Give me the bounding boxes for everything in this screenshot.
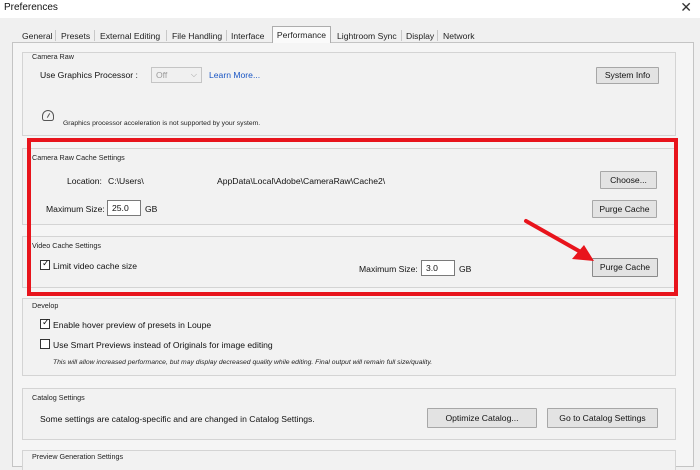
smart-previews-checkbox[interactable] <box>40 339 50 349</box>
tab-performance[interactable]: Performance <box>272 26 331 43</box>
tab-separator <box>94 30 95 41</box>
tab-separator <box>226 30 227 41</box>
hover-preview-checkbox[interactable]: ✓ <box>40 317 50 329</box>
smart-previews-label: Use Smart Previews instead of Originals … <box>53 340 273 350</box>
close-icon[interactable]: ✕ <box>680 0 692 14</box>
chevron-down-icon: ⌵ <box>190 70 197 79</box>
gpu-select[interactable]: Off ⌵ <box>151 67 202 83</box>
gpu-note: Graphics processor acceleration is not s… <box>63 120 261 127</box>
tab-separator <box>55 30 56 41</box>
develop-note: This will allow increased performance, b… <box>53 359 433 366</box>
camera-raw-title: Camera Raw <box>32 52 74 61</box>
tab-general[interactable]: General <box>20 28 55 42</box>
checkmark-icon: ✓ <box>42 317 50 327</box>
tab-external-editing[interactable]: External Editing <box>98 28 162 42</box>
tab-separator <box>401 30 402 41</box>
optimize-catalog-button[interactable]: Optimize Catalog... <box>427 408 537 428</box>
hover-preview-label: Enable hover preview of presets in Loupe <box>53 320 212 330</box>
tab-file-handling[interactable]: File Handling <box>170 28 224 42</box>
catalog-text: Some settings are catalog-specific and a… <box>40 414 315 424</box>
tab-interface[interactable]: Interface <box>229 28 266 42</box>
title-bar <box>0 0 700 18</box>
preview-generation-title: Preview Generation Settings <box>32 452 124 461</box>
system-info-button[interactable]: System Info <box>596 67 659 84</box>
learn-more-link[interactable]: Learn More... <box>209 70 260 80</box>
tab-display[interactable]: Display <box>404 28 436 42</box>
gauge-icon <box>42 110 54 121</box>
catalog-title: Catalog Settings <box>32 393 85 402</box>
window-title: Preferences <box>4 2 58 13</box>
develop-title: Develop <box>32 301 59 310</box>
gpu-label: Use Graphics Processor : <box>40 70 138 80</box>
tab-lightroom-sync[interactable]: Lightroom Sync <box>335 28 399 42</box>
red-arrow-icon <box>524 219 594 261</box>
tab-network[interactable]: Network <box>441 28 477 42</box>
tab-separator <box>437 30 438 41</box>
go-to-catalog-settings-button[interactable]: Go to Catalog Settings <box>547 408 658 428</box>
tab-presets[interactable]: Presets <box>59 28 92 42</box>
gpu-select-value: Off <box>156 70 168 80</box>
tab-separator <box>166 30 167 41</box>
